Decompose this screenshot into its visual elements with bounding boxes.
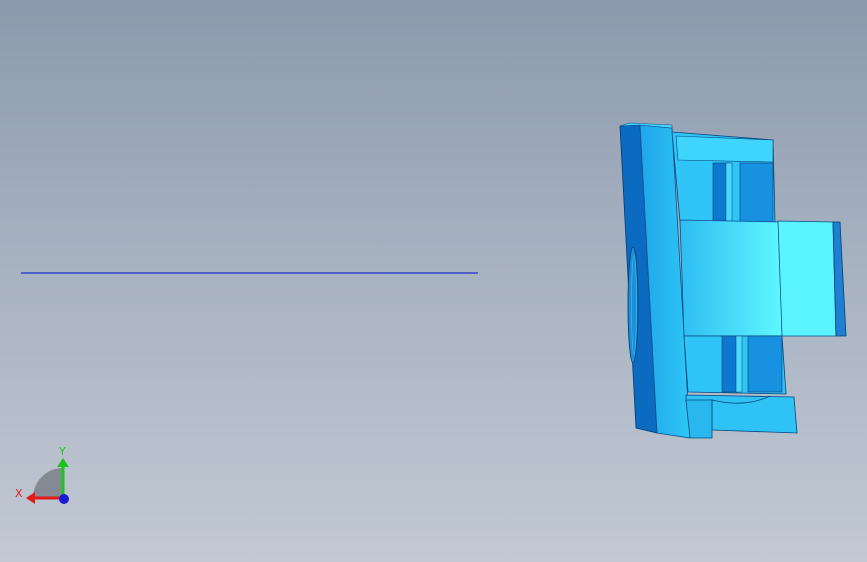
lower-slot-2 xyxy=(747,335,783,393)
bottom-plate-lip xyxy=(685,399,713,439)
x-axis-arrow xyxy=(26,492,35,504)
model-scene[interactable]: Y X xyxy=(0,0,867,562)
upper-slot-divider xyxy=(725,162,733,223)
z-axis-dot xyxy=(59,494,69,504)
hub-body xyxy=(679,219,783,337)
y-axis-label: Y xyxy=(58,445,66,458)
part-model[interactable] xyxy=(619,122,847,439)
y-axis-arrow xyxy=(57,458,69,467)
orientation-triad: Y X xyxy=(15,445,69,504)
x-axis-label: X xyxy=(15,487,23,500)
triad-plane-quadrant xyxy=(33,468,63,498)
upper-housing-top xyxy=(675,135,774,163)
shaft-face xyxy=(777,220,837,337)
upper-slot-2 xyxy=(739,162,774,223)
lower-slot-divider xyxy=(735,335,743,393)
lower-slot-1 xyxy=(721,335,739,393)
graphics-viewport[interactable]: Y X xyxy=(0,0,867,562)
